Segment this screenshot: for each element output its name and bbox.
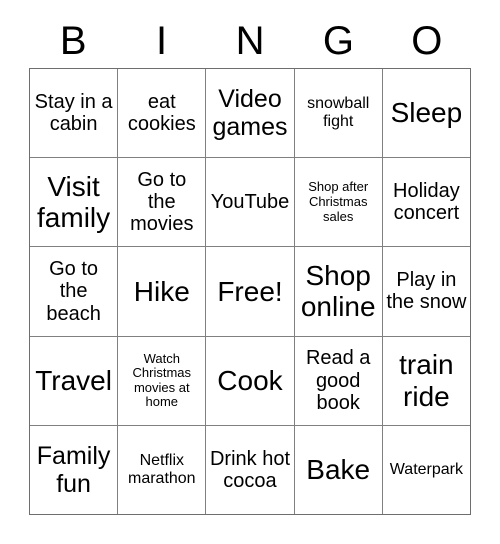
bingo-cell-label: Visit family: [37, 170, 111, 234]
bingo-cell[interactable]: Family fun: [30, 425, 119, 515]
bingo-cell-label: YouTube: [210, 191, 290, 214]
bingo-cell[interactable]: train ride: [382, 336, 471, 426]
bingo-cell[interactable]: Go to the beach: [30, 247, 119, 337]
bingo-cell[interactable]: Holiday concert: [382, 158, 471, 248]
bingo-cell[interactable]: Shop online: [294, 247, 383, 337]
bingo-cell[interactable]: Watch Christmas movies at home: [118, 336, 207, 426]
bingo-cell[interactable]: Go to the movies: [118, 158, 207, 248]
bingo-cell[interactable]: Video games: [206, 69, 295, 159]
bingo-header-letters: B I N G O: [29, 14, 471, 68]
bingo-letter-o: O: [411, 19, 443, 63]
bingo-cell[interactable]: Drink hot cocoa: [206, 425, 295, 515]
bingo-card: B I N G O Stay in a cabin eat cookies Vi…: [0, 0, 500, 544]
bingo-cell-label: Netflix marathon: [127, 451, 196, 487]
bingo-cell-label: Holiday concert: [393, 179, 460, 225]
bingo-cell-label: Play in the snow: [386, 269, 467, 314]
bingo-cell[interactable]: Read a good book: [294, 336, 383, 426]
bingo-cell-label: Go to the beach: [46, 257, 101, 325]
bingo-cell[interactable]: Stay in a cabin: [30, 69, 119, 159]
bingo-cell-label: Shop after Christmas sales: [308, 179, 369, 224]
bingo-cell-label: eat cookies: [127, 90, 196, 136]
bingo-cell-label: Sleep: [390, 97, 463, 129]
bingo-cell[interactable]: Play in the snow: [382, 247, 471, 337]
bingo-cell[interactable]: YouTube: [206, 158, 295, 248]
bingo-cell-label: Bake: [306, 454, 371, 486]
bingo-cell-label: Shop online: [300, 260, 376, 323]
bingo-cell-label: Family fun: [36, 441, 111, 498]
bingo-cell[interactable]: Visit family: [30, 158, 119, 248]
bingo-cell-label: Video games: [212, 85, 288, 142]
bingo-cell[interactable]: Netflix marathon: [118, 425, 207, 515]
bingo-cell[interactable]: snowball fight: [294, 69, 383, 159]
bingo-cell-label: Go to the movies: [130, 168, 194, 236]
bingo-cell-label: snowball fight: [307, 95, 370, 131]
bingo-letter-i: I: [156, 19, 168, 63]
bingo-cell[interactable]: Bake: [294, 425, 383, 515]
bingo-free-label: Free!: [217, 275, 283, 307]
bingo-cell-label: Stay in a cabin: [34, 90, 113, 136]
bingo-cell-label: Travel: [35, 365, 112, 397]
bingo-cell-label: Drink hot cocoa: [209, 447, 290, 492]
bingo-letter-b: B: [59, 19, 87, 63]
bingo-cell[interactable]: Sleep: [382, 69, 471, 159]
bingo-letter-g: G: [322, 19, 354, 63]
bingo-free-cell[interactable]: Free!: [206, 247, 295, 337]
bingo-cell-label: Cook: [217, 365, 283, 397]
bingo-cell[interactable]: eat cookies: [118, 69, 207, 159]
bingo-cell[interactable]: Travel: [30, 336, 119, 426]
bingo-cell[interactable]: Hike: [118, 247, 207, 337]
bingo-cell-label: Waterpark: [389, 460, 463, 478]
bingo-letter-n: N: [235, 19, 265, 63]
bingo-cell-label: Hike: [133, 275, 190, 307]
bingo-cell-label: train ride: [399, 349, 454, 412]
bingo-cell-label: Read a good book: [305, 347, 371, 414]
bingo-grid: Stay in a cabin eat cookies Video games …: [29, 68, 471, 515]
bingo-cell[interactable]: Shop after Christmas sales: [294, 158, 383, 248]
bingo-cell[interactable]: Waterpark: [382, 425, 471, 515]
bingo-cell[interactable]: Cook: [206, 336, 295, 426]
bingo-cell-label: Watch Christmas movies at home: [132, 350, 192, 410]
